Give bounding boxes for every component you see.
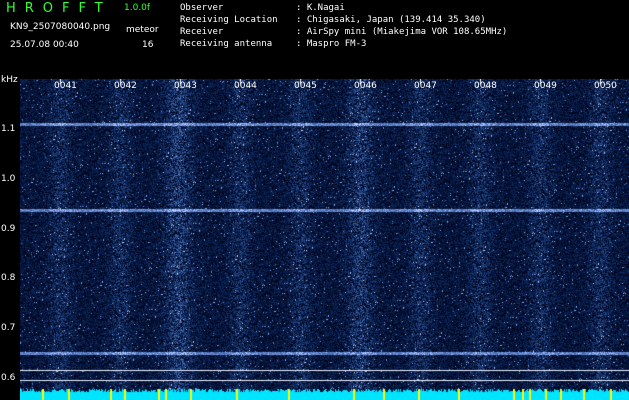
y-tick-0-6: 0.6 (1, 373, 16, 383)
y-tick-0-7: 0.7 (1, 323, 16, 333)
receiver-label: Receiver (180, 27, 224, 37)
location-value: : Chigasaki, Japan (139.414 35.340) (296, 15, 486, 25)
antenna-label: Receiving antenna (180, 39, 273, 49)
app-title: HROFFT (6, 1, 112, 16)
x-tick-0043: 0043 (174, 81, 197, 91)
x-tick-0042: 0042 (114, 81, 137, 91)
y-tick-1-0: 1.0 (1, 174, 16, 184)
spectrogram (20, 79, 629, 400)
x-tick-0047: 0047 (414, 81, 437, 91)
location-label: Receiving Location (180, 15, 278, 25)
hrofft-window: HROFFT 1.0.0f KN9_2507080040.png meteor … (0, 0, 629, 400)
y-tick-0-9: 0.9 (1, 224, 16, 234)
observer-value: : K.Nagai (296, 3, 345, 13)
antenna-value: : Maspro FM-3 (296, 39, 367, 49)
x-tick-0050: 0050 (594, 81, 617, 91)
app-version: 1.0.0f (124, 3, 151, 13)
file-name: KN9_2507080040.png (10, 22, 111, 32)
timestamp: 25.07.08 00:40 (10, 40, 79, 50)
meteor-count: 16 (142, 40, 154, 50)
y-tick-1-1: 1.1 (1, 124, 16, 134)
x-tick-0044: 0044 (234, 81, 257, 91)
x-tick-0049: 0049 (534, 81, 557, 91)
meteor-label: meteor (126, 25, 159, 35)
receiver-value: : AirSpy mini (Miakejima VOR 108.65MHz) (296, 27, 508, 37)
y-tick-0-8: 0.8 (1, 273, 16, 283)
x-tick-0048: 0048 (474, 81, 497, 91)
x-tick-0046: 0046 (354, 81, 377, 91)
observer-label: Observer (180, 3, 224, 13)
frequency-unit-label: kHz (1, 75, 18, 85)
x-tick-0041: 0041 (54, 81, 77, 91)
x-tick-0045: 0045 (294, 81, 317, 91)
